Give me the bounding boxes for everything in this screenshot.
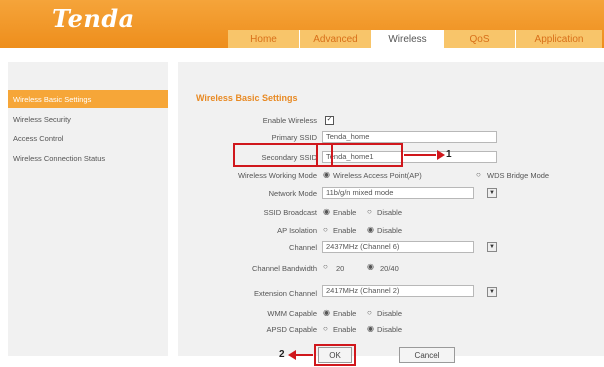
arrow-2-icon [288, 350, 313, 360]
step-2-label: 2 [279, 349, 285, 360]
annotation-arrows [288, 150, 445, 360]
arrow-1-icon [404, 150, 445, 160]
step-1-label: 1 [446, 149, 452, 160]
